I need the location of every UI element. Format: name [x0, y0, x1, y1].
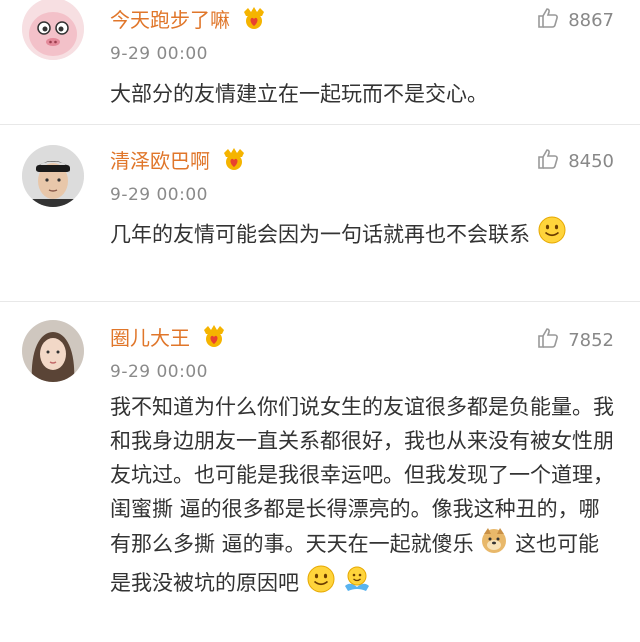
- like-count: 8450: [568, 150, 614, 172]
- like-button[interactable]: 7852: [536, 326, 614, 354]
- thumbs-up-icon: [536, 147, 560, 175]
- avatar[interactable]: [22, 145, 84, 207]
- vip-badge-icon: [201, 324, 227, 352]
- avatar[interactable]: [22, 320, 84, 382]
- thumbs-up-icon: [536, 6, 560, 34]
- timestamp: 9-29 00:00: [110, 362, 208, 382]
- like-count: 7852: [568, 329, 614, 351]
- thumbs-up-icon: [536, 326, 560, 354]
- username[interactable]: 清泽欧巴啊: [110, 148, 210, 174]
- smiley-emoji-icon: [306, 564, 336, 604]
- username[interactable]: 今天跑步了嘛: [110, 7, 230, 33]
- comment-item: 今天跑步了嘛 9-29 00:00 8867 大部分的友情建立在一起玩而不是交心…: [0, 0, 640, 125]
- like-button[interactable]: 8867: [536, 6, 614, 34]
- like-count: 8867: [568, 9, 614, 31]
- timestamp: 9-29 00:00: [110, 44, 208, 64]
- timestamp: 9-29 00:00: [110, 185, 208, 205]
- username[interactable]: 圈儿大王: [110, 325, 190, 351]
- comment-meta: 今天跑步了嘛 9-29 00:00: [110, 6, 267, 64]
- like-button[interactable]: 8450: [536, 147, 614, 175]
- doge-emoji-icon: [480, 526, 508, 564]
- avatar[interactable]: [22, 0, 84, 60]
- comment-text: 大部分的友情建立在一起玩而不是交心。: [110, 76, 614, 112]
- comment-meta: 清泽欧巴啊 9-29 00:00: [110, 147, 247, 205]
- comment-text-content: 几年的友情可能会因为一句话就再也不会联系: [110, 222, 530, 247]
- vip-badge-icon: [221, 147, 247, 175]
- comment-text-content: 大部分的友情建立在一起玩而不是交心。: [110, 82, 488, 106]
- comment-meta: 圈儿大王 9-29 00:00: [110, 324, 227, 382]
- comment-text: 我不知道为什么你们说女生的友谊很多都是负能量。我和我身边朋友一直关系都很好，我也…: [110, 390, 614, 604]
- smiley-emoji-icon: [537, 215, 567, 256]
- hug-emoji-icon: [342, 564, 372, 604]
- comment-item: 清泽欧巴啊 9-29 00:00 8450 几年的友情可能会因为一句话就再也不会…: [0, 125, 640, 302]
- vip-badge-icon: [241, 6, 267, 34]
- comment-item: 圈儿大王 9-29 00:00 7852 我不知道为什么你们说女生的友谊很多都是…: [0, 302, 640, 642]
- comment-text: 几年的友情可能会因为一句话就再也不会联系: [110, 215, 614, 256]
